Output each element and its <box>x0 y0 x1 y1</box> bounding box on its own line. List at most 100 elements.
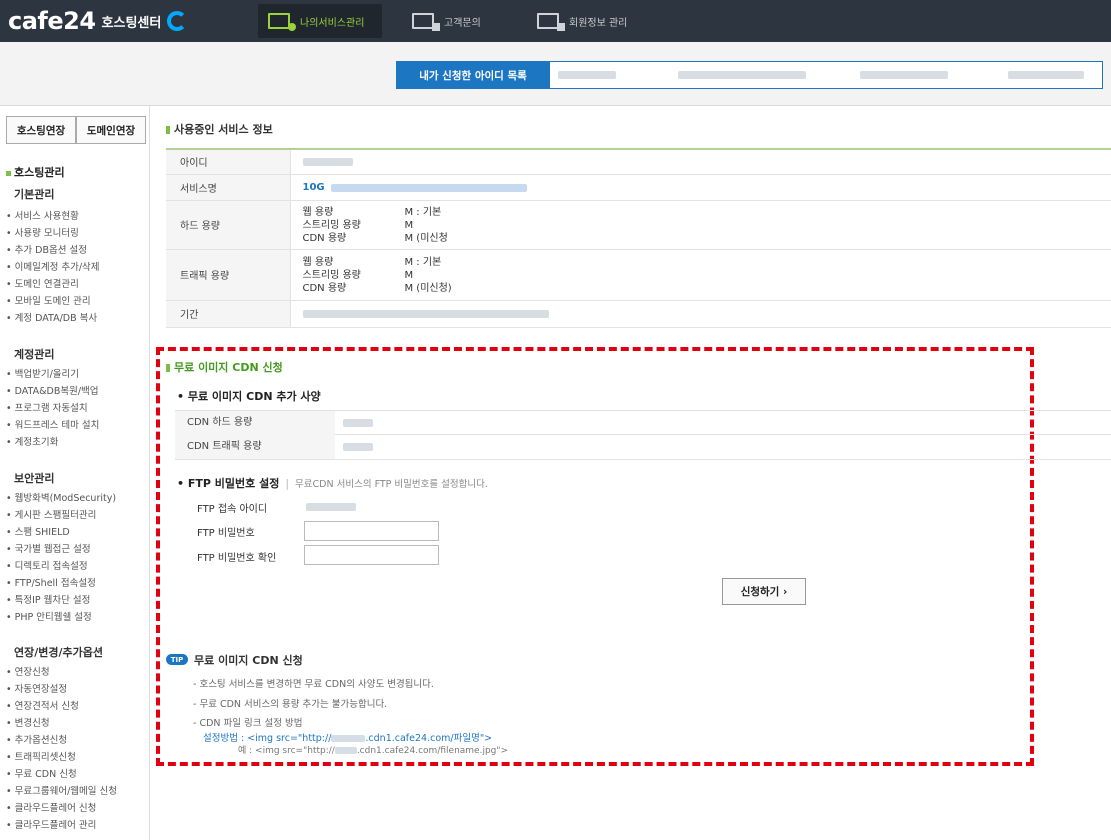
table-row: 트래픽 용량 웹 용량 스트리밍 용량 CDN 용량 M : 기본 M M (미… <box>166 249 1111 301</box>
value-period <box>290 300 1111 328</box>
cafe24-logo[interactable]: cafe24 호스팅센터 <box>8 6 188 36</box>
logo-text: cafe24 <box>8 7 96 35</box>
label-traffic: 트래픽 용량 <box>166 249 291 301</box>
green-dot-icon <box>6 170 11 176</box>
sidebar-item[interactable]: • 변경신청 <box>6 715 50 729</box>
sidebar: 호스팅연장 도메인연장 호스팅관리 기본관리 • 서비스 사용현황 • 사용량 … <box>0 106 150 840</box>
table-row: 아이디 <box>166 149 1111 175</box>
sidebar-item[interactable]: • FTP/Shell 접속설정 <box>6 575 96 589</box>
domain-extend-button[interactable]: 도메인연장 <box>76 116 146 144</box>
sidebar-item[interactable]: • 프로그램 자동설치 <box>6 400 88 414</box>
sidebar-item[interactable]: • 무료 CDN 신청 <box>6 766 77 780</box>
green-bar-icon <box>166 364 170 372</box>
nav-tab-my-service[interactable]: 나의서비스관리 <box>258 4 382 38</box>
sidebar-item[interactable]: • 트래픽리셋신청 <box>6 749 76 763</box>
label-service: 서비스명 <box>166 174 291 201</box>
cdn-disk-row: CDN 하드 용량 <box>175 410 1111 435</box>
tip-example-prefix: 예 : <img src="http:// <box>238 746 335 756</box>
sidebar-item[interactable]: • 연장견적서 신청 <box>6 698 79 712</box>
ftp-password-input[interactable] <box>304 521 439 541</box>
traffic-web-value: M : 기본 <box>404 256 442 268</box>
blurred-id[interactable] <box>558 71 616 79</box>
sidebar-item[interactable]: • 자동연장설정 <box>6 681 67 695</box>
sidebar-item[interactable]: • 클라우드플레어 관리 <box>6 817 96 831</box>
sidebar-item[interactable]: • 디렉토리 접속설정 <box>6 558 88 572</box>
disk-cdn-value: M (미신청 <box>404 232 448 244</box>
sidebar-item[interactable]: • 게시판 스팸필터관리 <box>6 507 96 521</box>
sidebar-item[interactable]: • 사용량 모니터링 <box>6 225 79 239</box>
sidebar-title: 호스팅관리 <box>6 164 65 180</box>
cdn-traffic-row: CDN 트래픽 용량 <box>175 435 1111 460</box>
id-selector-bar: 내가 신청한 아이디 목록 <box>0 42 1111 106</box>
traffic-stream-value: M <box>404 269 414 281</box>
hosting-extend-button[interactable]: 호스팅연장 <box>6 116 76 144</box>
ftp-password-confirm-input[interactable] <box>304 545 439 565</box>
blurred-id <box>331 735 366 742</box>
sidebar-item[interactable]: • 스팸 SHIELD <box>6 524 70 538</box>
sidebar-item[interactable]: • 웹방화벽(ModSecurity) <box>6 490 116 504</box>
cdn-traffic-label: CDN 트래픽 용량 <box>175 435 335 459</box>
tip-title: 무료 이미지 CDN 신청 <box>194 654 303 667</box>
label-period: 기간 <box>166 300 291 328</box>
sidebar-item[interactable]: • 추가 DB옵션 설정 <box>6 242 87 256</box>
tip-method: 설정방법 : <img src="http://.cdn1.cafe24.com… <box>203 730 492 744</box>
blurred-ftp-id <box>306 503 356 511</box>
sidebar-item[interactable]: • 이메일계정 추가/삭제 <box>6 259 100 273</box>
sidebar-item[interactable]: • 모바일 도메인 관리 <box>6 293 91 307</box>
value-disk: 웹 용량 스트리밍 용량 CDN 용량 M : 기본 M M (미신청 <box>290 200 1111 250</box>
divider: | <box>285 477 290 490</box>
sidebar-item[interactable]: • 도메인 연결관리 <box>6 276 79 290</box>
sidebar-item[interactable]: • 특정IP 웹차단 설정 <box>6 592 90 606</box>
table-row: 하드 용량 웹 용량 스트리밍 용량 CDN 용량 M : 기본 M M (미신… <box>166 200 1111 250</box>
blurred-value <box>330 183 527 192</box>
tip-badge: TIP <box>166 654 188 665</box>
tip-line: - CDN 파일 링크 설정 방법 <box>193 718 303 729</box>
sidebar-item[interactable]: • 추가옵션신청 <box>6 732 67 746</box>
tip-line: - 호스팅 서비스를 변경하면 무료 CDN의 사양도 변경됩니다. <box>193 679 434 690</box>
blurred-id <box>334 747 357 754</box>
sidebar-group-basic: 기본관리 <box>14 188 55 201</box>
sidebar-item[interactable]: • 워드프레스 테마 설치 <box>6 417 99 431</box>
value-id <box>290 149 1111 175</box>
label-disk: 하드 용량 <box>166 200 291 250</box>
service-info-table: 아이디 서비스명 10G 하드 용량 웹 용량 스트리밍 용량 CDN 용량 M… <box>166 148 1111 328</box>
logo-c-icon <box>167 11 188 31</box>
disk-stream-value: M <box>404 219 414 231</box>
sidebar-item[interactable]: • 무료그룹웨어/웹메일 신청 <box>6 783 117 797</box>
id-list-box[interactable] <box>550 61 1103 89</box>
sidebar-group-extend: 연장/변경/추가옵션 <box>14 646 103 659</box>
disk-web-value: M : 기본 <box>404 206 442 218</box>
service-info-title: 사용중인 서비스 정보 <box>166 121 273 137</box>
sidebar-item[interactable]: • 연장신청 <box>6 664 50 678</box>
sidebar-item[interactable]: • 클라우드플레어 신청 <box>6 800 96 814</box>
ftp-password-title-text: • FTP 비밀번호 설정 <box>177 477 280 490</box>
sidebar-group-account: 계정관리 <box>14 348 55 361</box>
service-gear-icon <box>268 13 296 31</box>
sidebar-item[interactable]: • DATA&DB복원/백업 <box>6 383 99 397</box>
blurred-id[interactable] <box>1008 71 1084 79</box>
nav-tab-label: 고객문의 <box>444 17 481 29</box>
blurred-id[interactable] <box>860 71 948 79</box>
sidebar-item[interactable]: • 국가별 웹접근 설정 <box>6 541 91 555</box>
traffic-stream-label: 스트리밍 용량 <box>302 269 361 281</box>
sidebar-item[interactable]: • PHP 안티웹쉘 설정 <box>6 609 92 623</box>
sidebar-item[interactable]: • 백업받기/올리기 <box>6 366 79 380</box>
ftp-password-title: • FTP 비밀번호 설정 | 무료CDN 서비스의 FTP 비밀번호를 설정합니다… <box>177 475 488 491</box>
green-bar-icon <box>166 126 170 134</box>
sidebar-item[interactable]: • 서비스 사용현황 <box>6 208 79 222</box>
sidebar-item[interactable]: • 계정초기화 <box>6 434 58 448</box>
nav-tab-member-info[interactable]: 회원정보 관리 <box>537 4 657 38</box>
disk-stream-label: 스트리밍 용량 <box>302 219 361 231</box>
cdn-section-title-text: 무료 이미지 CDN 신청 <box>174 361 283 374</box>
ftp-password-desc: 무료CDN 서비스의 FTP 비밀번호를 설정합니다. <box>295 479 488 490</box>
nav-tab-inquiry[interactable]: 고객문의 <box>412 4 512 38</box>
sidebar-item[interactable]: • 계정 DATA/DB 복사 <box>6 310 97 324</box>
blurred-id[interactable] <box>678 71 806 79</box>
id-list-label: 내가 신청한 아이디 목록 <box>396 61 550 89</box>
blurred-value <box>343 419 373 427</box>
blurred-value <box>302 158 353 166</box>
apply-button[interactable]: 신청하기 › <box>722 578 806 605</box>
member-monitor-icon <box>537 13 565 31</box>
table-row: 서비스명 10G <box>166 174 1111 201</box>
ftp-id-label: FTP 접속 아이디 <box>197 504 268 515</box>
